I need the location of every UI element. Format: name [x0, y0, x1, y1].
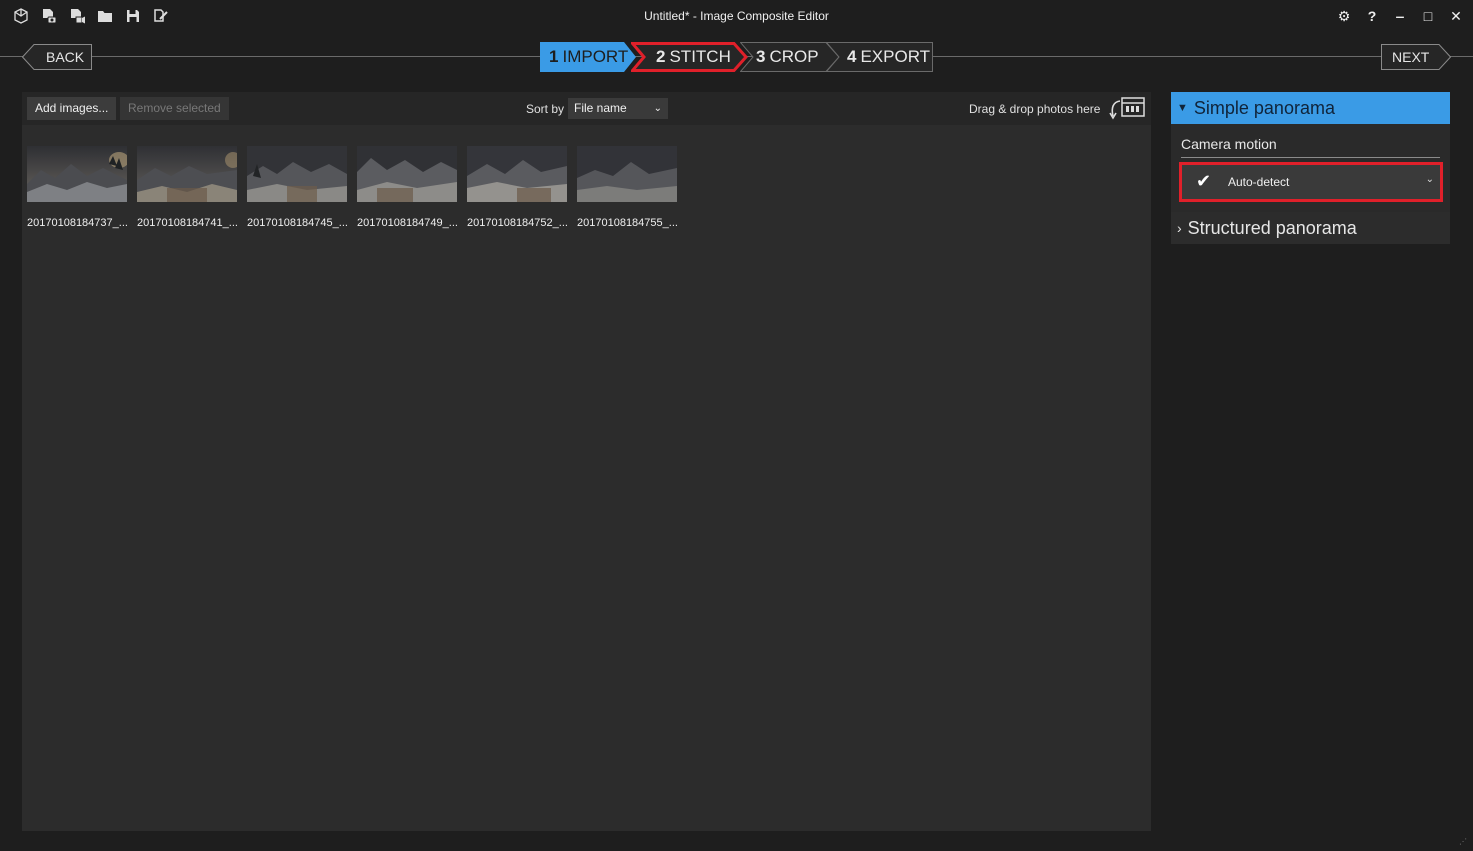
back-button[interactable]: BACK	[22, 44, 92, 70]
image-thumbnail[interactable]: 20170108184749_...	[357, 146, 457, 229]
thumbnail-label: 20170108184752_...	[467, 217, 567, 229]
thumbnail-image	[577, 146, 677, 202]
thumbnail-label: 20170108184737_...	[27, 217, 127, 229]
image-thumbnails: 20170108184737_... 20170108184741_... 20…	[27, 146, 677, 229]
sort-by-label: Sort by	[526, 102, 565, 116]
chevron-down-icon: ⌄	[1425, 174, 1434, 185]
drag-drop-icon	[1108, 96, 1146, 122]
minimize-button[interactable]: ‒	[1393, 7, 1407, 25]
chevron-down-icon: ⌄	[653, 103, 662, 114]
add-images-button[interactable]: Add images...	[27, 97, 117, 120]
help-icon[interactable]: ?	[1365, 7, 1379, 25]
checkmark-icon: ✔	[1196, 171, 1212, 191]
title-bar: Untitled* - Image Composite Editor ⚙ ? ‒…	[0, 0, 1473, 34]
import-toolbar: Add images... Remove selected Sort by Fi…	[22, 92, 1151, 125]
image-thumbnail[interactable]: 20170108184755_...	[577, 146, 677, 229]
step-export[interactable]: 4 EXPORT	[826, 42, 933, 72]
remove-selected-button[interactable]: Remove selected	[120, 97, 229, 120]
simple-panorama-title: Simple panorama	[1193, 97, 1335, 118]
next-button[interactable]: NEXT	[1381, 44, 1451, 70]
camera-motion-select[interactable]: ✔ Auto-detect ⌄	[1179, 162, 1443, 202]
workflow-nav: BACK 1 IMPORT 2 STITCH 3 CROP 4 EXPORT NEXT	[0, 40, 1473, 74]
image-thumbnail[interactable]: 20170108184745_...	[247, 146, 347, 229]
back-button-label: BACK	[46, 49, 85, 65]
window-controls: ⚙ ? ‒ □ ✕	[1337, 7, 1463, 25]
step-label: IMPORT	[562, 47, 629, 66]
resize-grip-icon[interactable]: ⋰	[1459, 837, 1467, 846]
step-label: EXPORT	[860, 47, 931, 66]
step-number: 2	[656, 47, 666, 66]
thumbnail-label: 20170108184755_...	[577, 217, 677, 229]
step-import[interactable]: 1 IMPORT	[540, 42, 636, 72]
camera-motion-value: Auto-detect	[1228, 175, 1290, 189]
structured-panorama-header[interactable]: › Structured panorama	[1171, 212, 1450, 244]
sort-by-select[interactable]: File name ⌄	[568, 98, 668, 119]
settings-gear-icon[interactable]: ⚙	[1337, 7, 1351, 25]
structured-panorama-title: Structured panorama	[1187, 217, 1357, 238]
close-button[interactable]: ✕	[1449, 7, 1463, 25]
thumbnail-image	[27, 146, 127, 202]
thumbnail-image	[137, 146, 237, 202]
chevron-right-icon: ›	[1177, 220, 1182, 236]
image-thumbnail[interactable]: 20170108184737_...	[27, 146, 127, 229]
next-button-label: NEXT	[1392, 49, 1430, 65]
step-stitch[interactable]: 2 STITCH	[631, 42, 749, 72]
step-label: STITCH	[669, 47, 731, 66]
thumbnail-label: 20170108184741_...	[137, 217, 237, 229]
thumbnail-label: 20170108184749_...	[357, 217, 457, 229]
maximize-button[interactable]: □	[1421, 7, 1435, 25]
image-list-panel: Add images... Remove selected Sort by Fi…	[22, 92, 1151, 831]
drag-drop-hint: Drag & drop photos here	[969, 102, 1101, 116]
sort-by-value: File name	[574, 101, 627, 115]
image-thumbnail[interactable]: 20170108184752_...	[467, 146, 567, 229]
image-thumbnail[interactable]: 20170108184741_...	[137, 146, 237, 229]
thumbnail-image	[357, 146, 457, 202]
step-number: 3	[756, 47, 766, 66]
thumbnail-label: 20170108184745_...	[247, 217, 347, 229]
camera-motion-label: Camera motion	[1181, 136, 1277, 152]
chevron-down-icon: ▼	[1177, 102, 1188, 114]
simple-panorama-body: Camera motion ✔ Auto-detect ⌄	[1171, 124, 1450, 212]
step-crop[interactable]: 3 CROP	[740, 42, 840, 72]
step-label: CROP	[769, 47, 819, 66]
window-title: Untitled* - Image Composite Editor	[644, 9, 829, 23]
camera-motion-divider	[1181, 157, 1440, 158]
simple-panorama-header[interactable]: ▼ Simple panorama	[1171, 92, 1450, 124]
step-number: 4	[847, 47, 857, 66]
thumbnail-image	[247, 146, 347, 202]
step-number: 1	[549, 47, 559, 66]
thumbnail-image	[467, 146, 567, 202]
panorama-settings-panel: ▼ Simple panorama Camera motion ✔ Auto-d…	[1171, 92, 1450, 244]
